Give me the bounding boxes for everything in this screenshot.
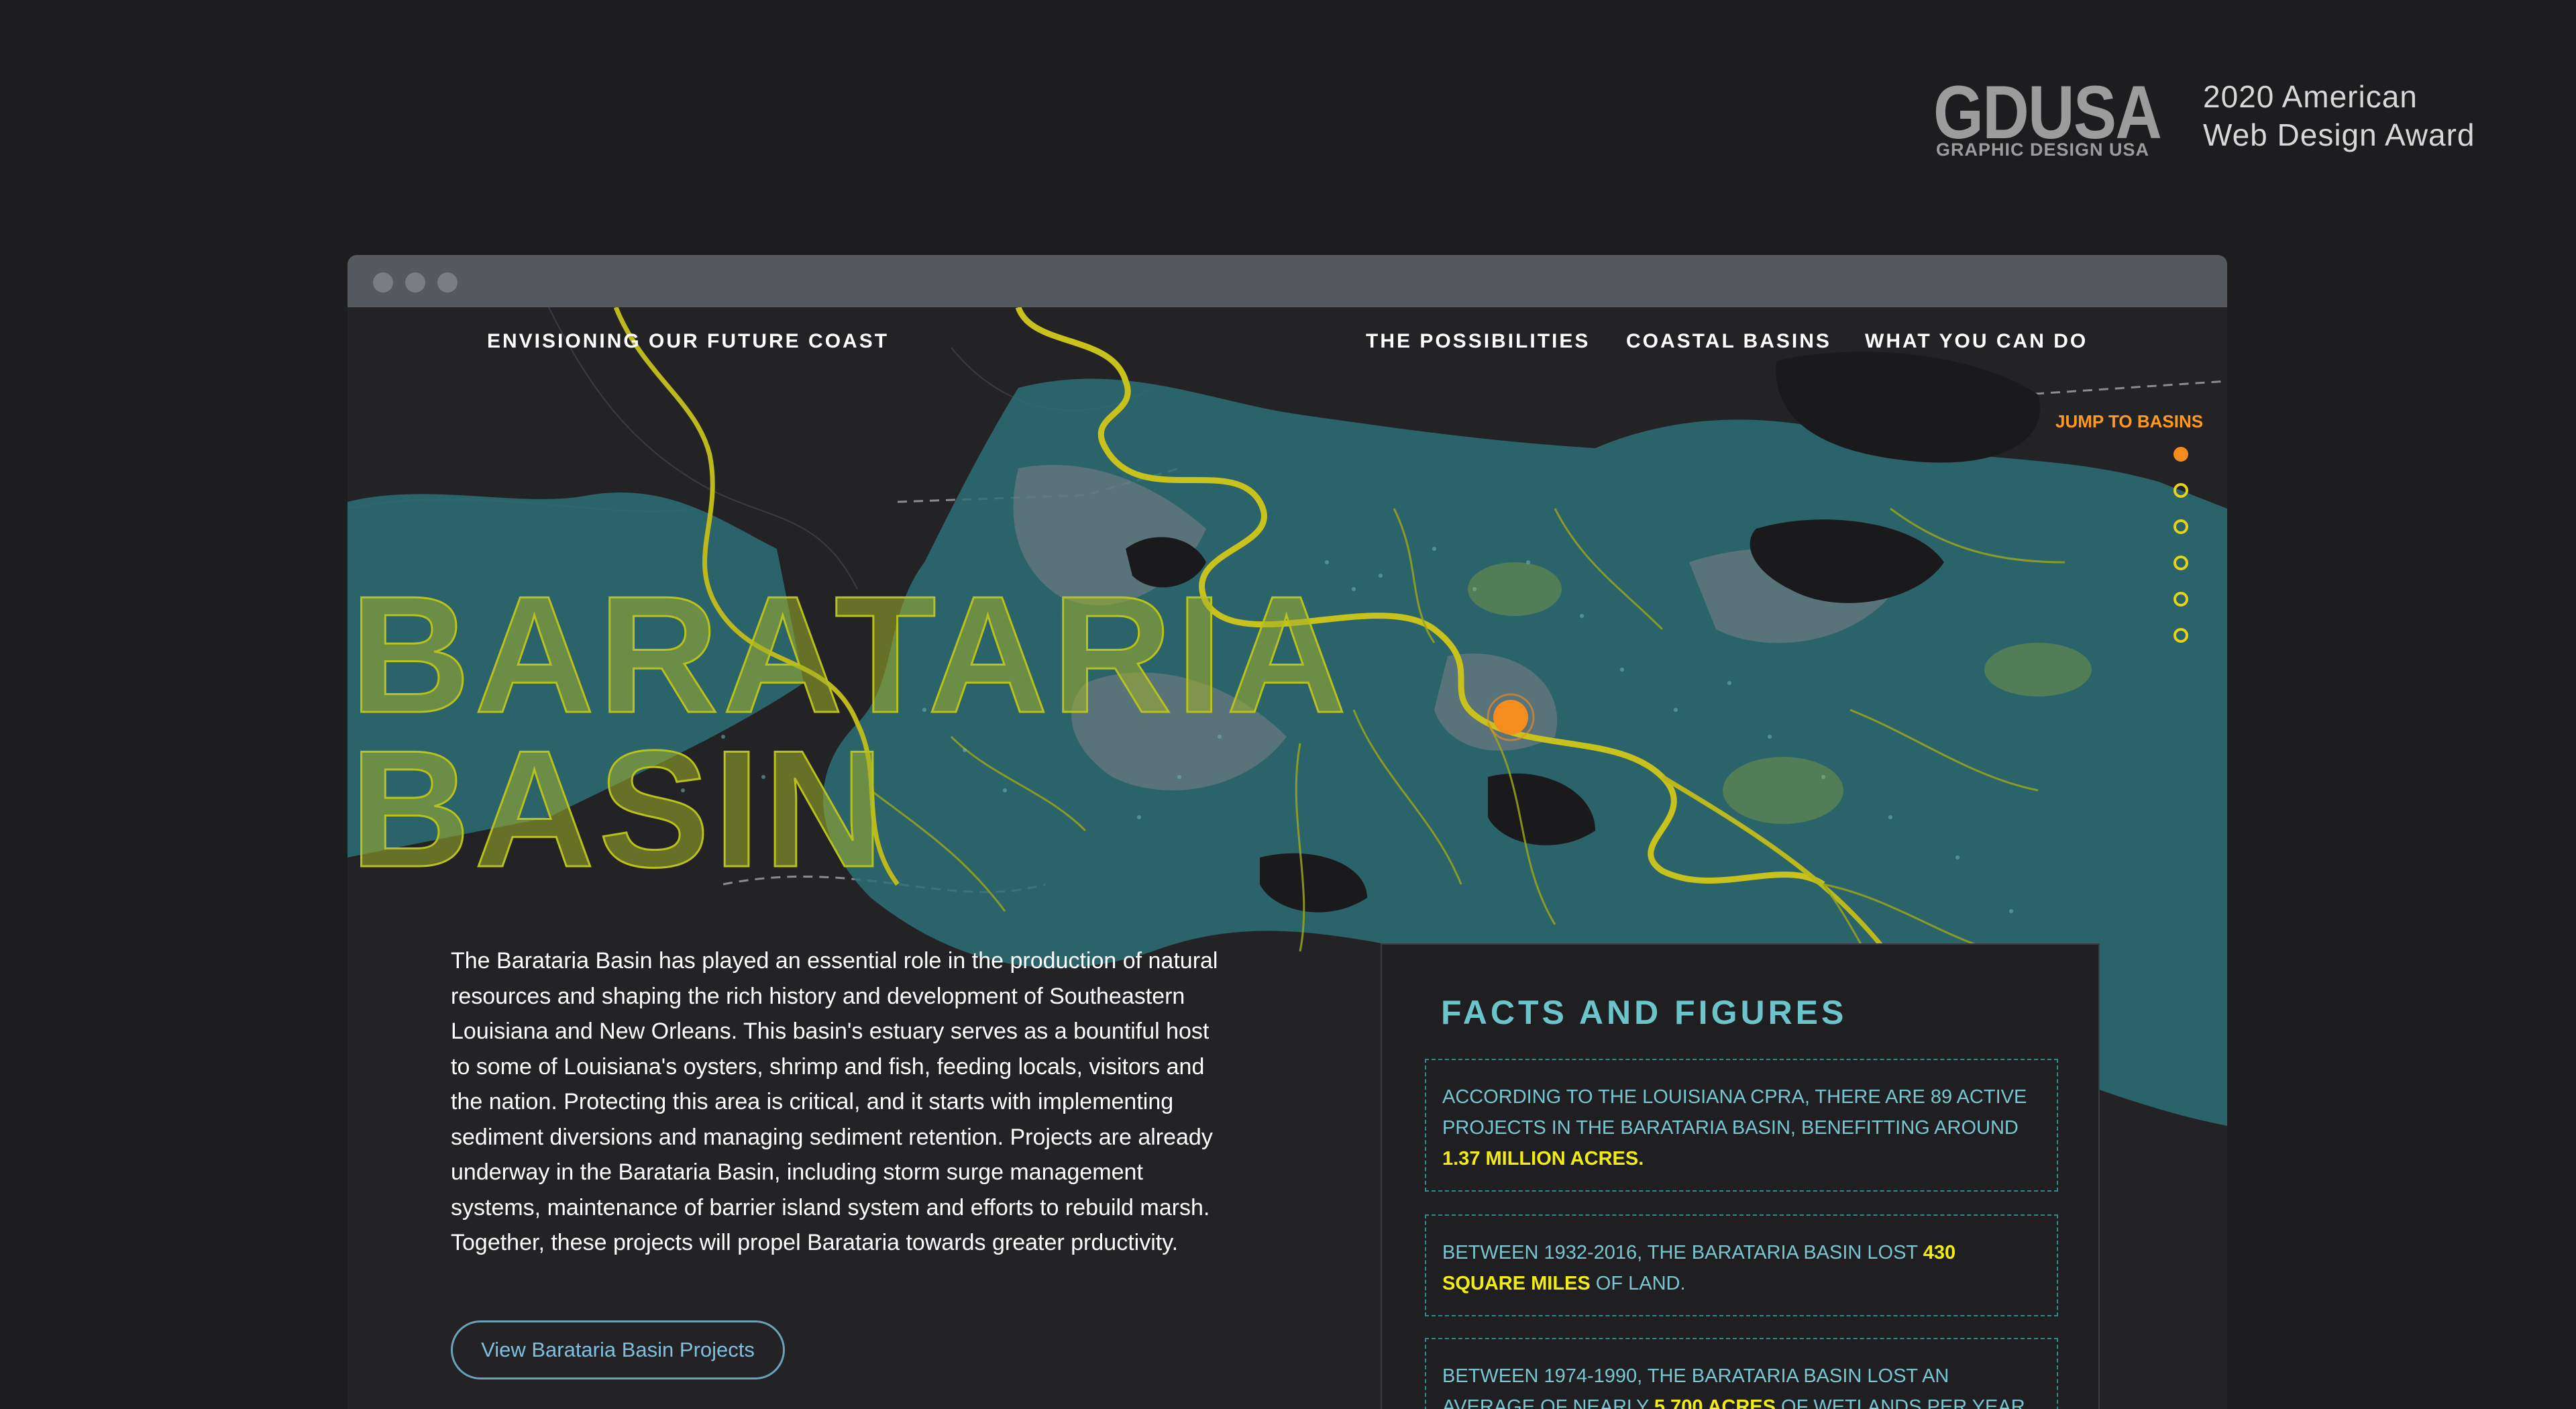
fact-text: According to the Louisiana CPRA, there a… xyxy=(1442,1086,2027,1139)
basin-nav-dot-6[interactable] xyxy=(2174,628,2188,643)
basin-nav-dot-3[interactable] xyxy=(2174,519,2188,534)
basin-nav-dot-2[interactable] xyxy=(2174,483,2188,498)
award-line-1: 2020 American xyxy=(2203,79,2418,114)
facts-title: FACTS AND FIGURES xyxy=(1441,994,1847,1031)
award-line-2: Web Design Award xyxy=(2203,117,2475,152)
nav-link-coastal-basins[interactable]: COASTAL BASINS xyxy=(1626,330,1831,353)
view-projects-button[interactable]: View Barataria Basin Projects xyxy=(451,1320,785,1379)
intro-paragraph: The Barataria Basin has played an essent… xyxy=(451,948,1218,1255)
basin-nav-dot-4[interactable] xyxy=(2174,556,2188,570)
award-title: 2020 American Web Design Award xyxy=(2203,78,2475,154)
fact-highlight: 5,700 acres xyxy=(1654,1396,1776,1409)
browser-window: ENVISIONING OUR FUTURE COAST THE POSSIBI… xyxy=(347,255,2227,1409)
basin-nav-dot-5[interactable] xyxy=(2174,592,2188,607)
nav-link-possibilities[interactable]: THE POSSIBILITIES xyxy=(1366,330,1590,353)
window-minimize-dot[interactable] xyxy=(405,272,425,293)
hero-title-line-1: BARATARIA xyxy=(349,561,1351,747)
nav-site-title[interactable]: ENVISIONING OUR FUTURE COAST xyxy=(487,330,889,353)
jump-to-basins-label: JUMP TO BASINS xyxy=(2055,411,2204,431)
window-maximize-dot[interactable] xyxy=(437,272,458,293)
fact-text-after: of wetlands per year. xyxy=(1775,1396,2031,1409)
facts-panel: FACTS AND FIGURES According to the Louis… xyxy=(1381,943,2100,1409)
gdusa-logo-subtitle: GRAPHIC DESIGN USA xyxy=(1936,140,2150,160)
page-viewport: ENVISIONING OUR FUTURE COAST THE POSSIBI… xyxy=(347,307,2227,1409)
award-badge: GDUSA GRAPHIC DESIGN USA 2020 American W… xyxy=(1933,75,2524,169)
fact-card: Between 1932-2016, the Barataria Basin l… xyxy=(1425,1214,2058,1316)
basin-nav-dot-1[interactable] xyxy=(2174,447,2188,462)
hero-title-line-2: BASIN xyxy=(350,715,888,902)
fact-card: Between 1974-1990, the Barataria Basin l… xyxy=(1425,1338,2058,1409)
fact-card: According to the Louisiana CPRA, there a… xyxy=(1425,1059,2058,1192)
fact-text-after: of land. xyxy=(1590,1273,1686,1294)
nav-link-what-you-can-do[interactable]: WHAT YOU CAN DO xyxy=(1865,330,2088,353)
fact-text: Between 1932-2016, the Barataria Basin l… xyxy=(1442,1242,1923,1263)
fact-highlight: 1.37 million acres. xyxy=(1442,1148,1644,1169)
browser-titlebar xyxy=(347,255,2227,307)
window-close-dot[interactable] xyxy=(373,272,393,293)
